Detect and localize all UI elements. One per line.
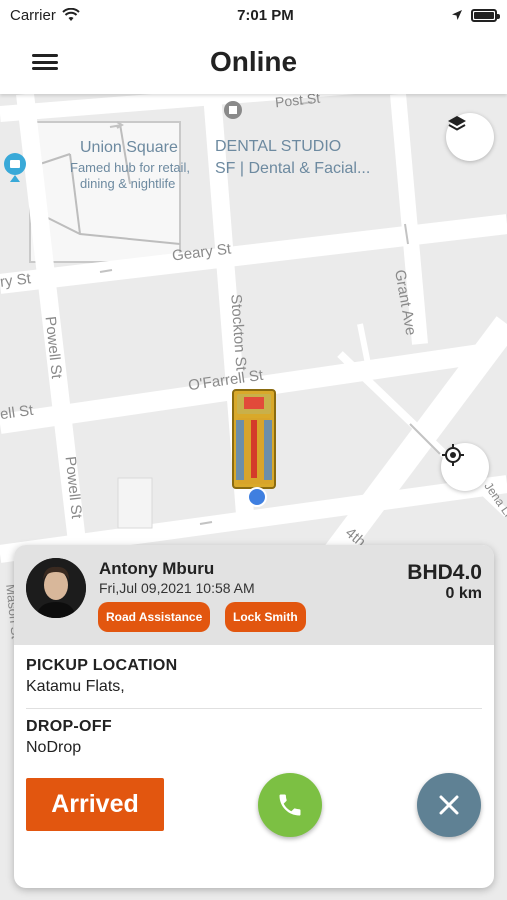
ride-request-card: Antony Mburu Fri,Jul 09,2021 10:58 AM Ro…	[14, 545, 494, 888]
menu-icon[interactable]	[32, 51, 58, 73]
crosshair-icon	[442, 444, 464, 466]
phone-icon	[279, 794, 301, 816]
ride-datetime: Fri,Jul 09,2021 10:58 AM	[99, 580, 255, 596]
map-label-dental-studio-2: SF | Dental & Facial...	[215, 160, 371, 177]
page-title: Online	[209, 46, 298, 77]
close-icon	[439, 795, 459, 815]
pickup-value: Katamu Flats,	[26, 678, 125, 695]
ride-price: BHD4.0	[407, 561, 482, 584]
status-left: Carrier	[10, 7, 80, 24]
map-label-dental-studio: DENTAL STUDIO	[215, 138, 342, 155]
status-time: 7:01 PM	[237, 6, 294, 24]
location-arrow-icon	[451, 10, 462, 20]
status-bar: Carrier 7:01 PM	[0, 0, 507, 30]
top-navbar: Online	[0, 30, 507, 94]
map-label-union-square: Union Square	[80, 139, 178, 156]
cancel-button[interactable]	[417, 773, 481, 837]
call-button[interactable]	[258, 773, 322, 837]
pickup-label: PICKUP LOCATION	[26, 657, 178, 674]
layers-icon	[448, 116, 466, 131]
carrier-label: Carrier	[10, 6, 56, 24]
wifi-icon	[62, 8, 80, 21]
arrived-button[interactable]: Arrived	[26, 778, 164, 831]
ride-distance: 0 km	[445, 585, 482, 602]
divider	[26, 708, 482, 709]
map-label-union-square-desc: Famed hub for retail,	[70, 160, 190, 175]
battery-icon	[470, 8, 500, 22]
map-layers-button[interactable]	[446, 113, 494, 161]
service-tag-road-assistance: Road Assistance	[98, 602, 211, 632]
my-location-button[interactable]	[441, 443, 489, 491]
customer-name: Antony Mburu	[99, 559, 215, 578]
dropoff-label: DROP-OFF	[26, 718, 112, 735]
map-label-union-square-desc-2: dining & nightlife	[80, 176, 176, 191]
status-right	[451, 8, 500, 22]
dropoff-value: NoDrop	[26, 739, 82, 756]
service-tag-lock-smith: Lock Smith	[225, 602, 306, 632]
customer-avatar	[26, 558, 86, 618]
ride-card-header: Antony Mburu Fri,Jul 09,2021 10:58 AM Ro…	[14, 545, 494, 645]
tow-truck-marker	[232, 389, 276, 489]
